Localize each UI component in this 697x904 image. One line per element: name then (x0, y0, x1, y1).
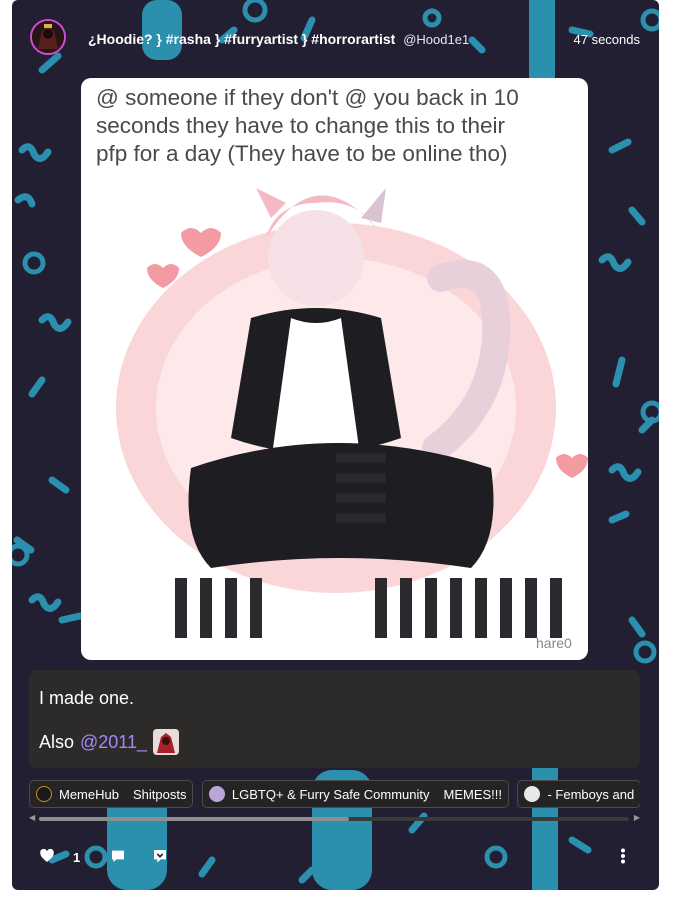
mention-link[interactable]: @2011_ (80, 732, 147, 753)
caption-also: Also (39, 731, 75, 752)
author-avatar[interactable] (30, 19, 66, 55)
caption-line-2: Also @2011_ (39, 729, 180, 755)
tag-lgbtq-furry[interactable]: LGBTQ+ & Furry Safe Community MEMES!!! (201, 780, 510, 808)
tag-community: LGBTQ+ & Furry Safe Community (231, 786, 430, 802)
tag-femboys[interactable]: - Femboys and (517, 780, 640, 808)
post-title[interactable]: ¿Hoodie? } #rasha } #furryartist } #horr… (88, 31, 469, 47)
tag-sub: Shitposts (132, 786, 187, 802)
post-header: ¿Hoodie? } #rasha } #furryartist } #horr… (12, 0, 659, 80)
post-card[interactable]: ¿Hoodie? } #rasha } #furryartist } #horr… (12, 0, 659, 890)
image-watermark: hare0 (536, 635, 572, 651)
scroll-left-icon[interactable]: ◀ (29, 813, 35, 822)
avatar-image (32, 21, 64, 53)
tag-sub: MEMES!!! (443, 786, 503, 802)
mention-avatar[interactable] (153, 729, 180, 755)
scroll-right-icon[interactable]: ▶ (634, 813, 640, 822)
heart-icon[interactable] (39, 848, 55, 869)
post-image[interactable]: @ someone if they don't @ you back in 10… (81, 78, 588, 660)
repost-icon[interactable] (152, 848, 168, 869)
post-caption: I made one. Also @2011_ (29, 670, 640, 768)
tag-community: MemeHub (59, 786, 119, 802)
memehub-icon (36, 786, 52, 802)
post-timestamp[interactable]: 47 seconds (574, 32, 641, 47)
post-title-text[interactable]: ¿Hoodie? } #rasha } #furryartist } #horr… (88, 31, 395, 47)
maid-character-illustration: hare0 (116, 188, 588, 651)
community-tags: MemeHub Shitposts LGBTQ+ & Furry Safe Co… (29, 780, 640, 810)
caption-line-1: I made one. (39, 688, 135, 708)
like-count: 1 (73, 850, 81, 865)
page-gutter (659, 0, 697, 904)
post-actions: 1 (12, 840, 659, 876)
femboys-community-icon (524, 786, 541, 802)
scroll-thumb[interactable] (39, 817, 349, 821)
mention-avatar-image (153, 729, 180, 755)
lgbtq-community-icon (208, 786, 225, 802)
comment-icon[interactable] (110, 848, 126, 869)
tag-memehub[interactable]: MemeHub Shitposts (29, 780, 194, 808)
tags-scrollbar[interactable]: ◀ ▶ (29, 812, 640, 826)
more-icon[interactable] (616, 848, 630, 869)
author-handle[interactable]: @Hood1e1 (403, 32, 469, 47)
tag-community: - Femboys and (547, 786, 635, 802)
